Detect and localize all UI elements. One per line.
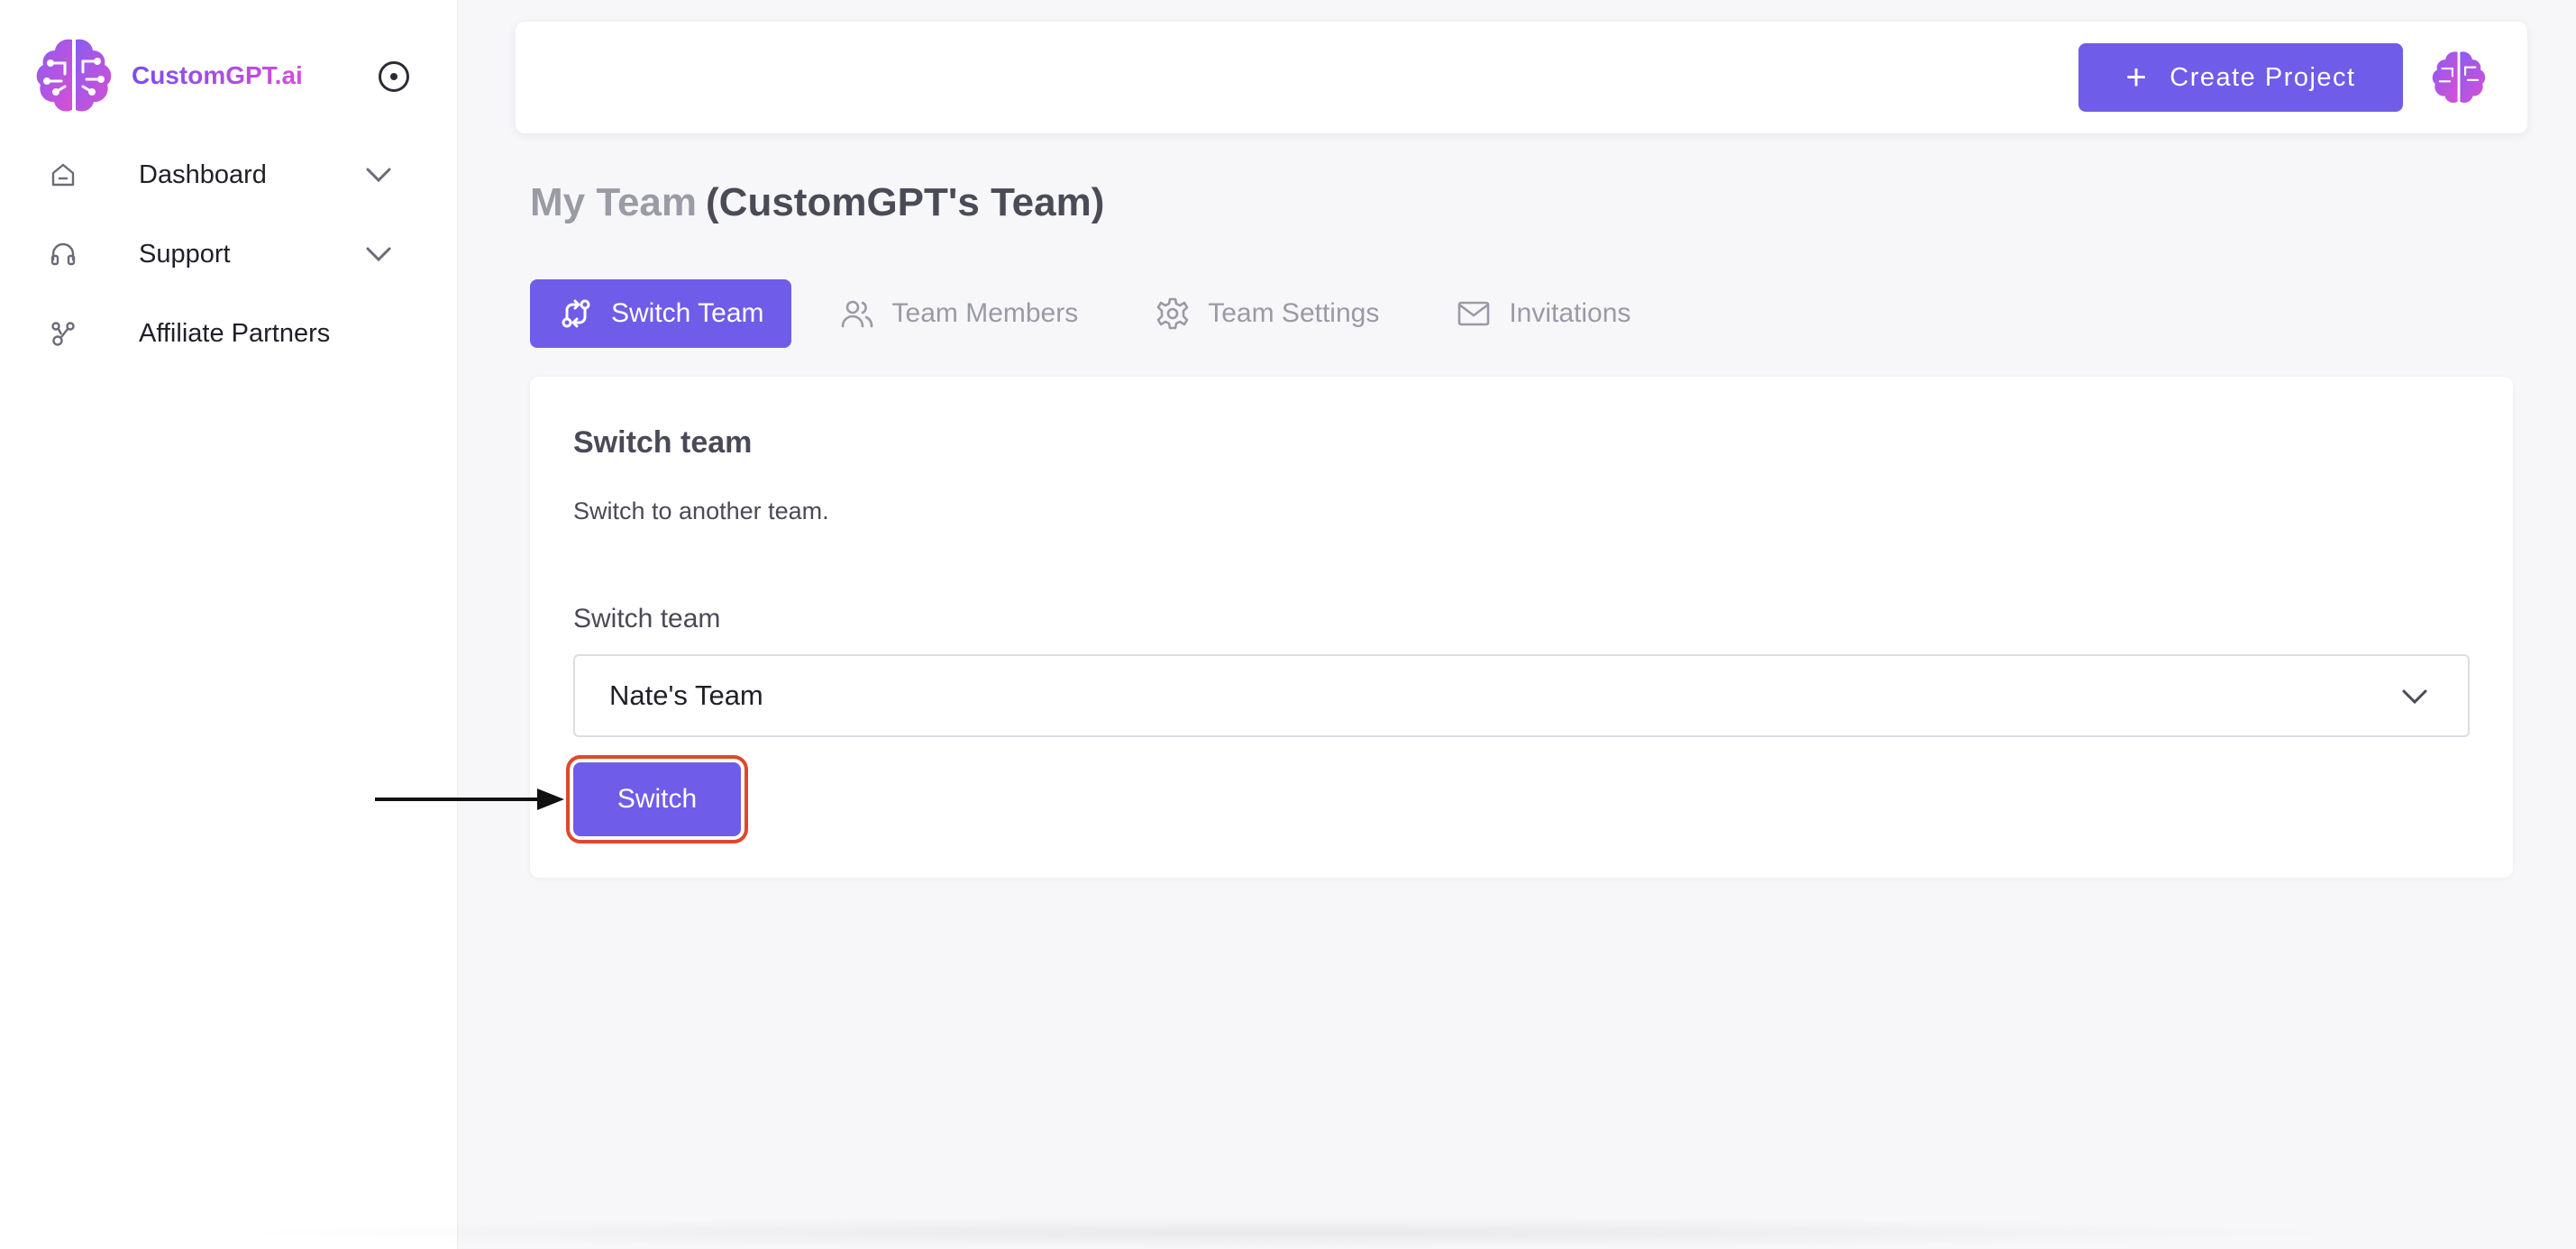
card-title: Switch team [573, 425, 753, 460]
tab-team-members[interactable]: Team Members [809, 279, 1108, 348]
tab-label: Team Settings [1208, 298, 1380, 328]
card-description: Switch to another team. [573, 497, 829, 524]
headphones-icon [47, 238, 79, 270]
page-title: My Team (CustomGPT's Team) [530, 180, 1104, 225]
sidebar-item-label: Support [139, 239, 231, 269]
gear-icon [1154, 295, 1192, 333]
tab-team-settings[interactable]: Team Settings [1125, 279, 1408, 348]
team-tabs: Switch Team Team Members Team Settings I… [530, 279, 1677, 348]
chevron-down-icon [366, 168, 391, 183]
team-select-value: Nate's Team [609, 679, 763, 711]
tab-label: Invitations [1509, 298, 1631, 328]
tab-switch-team[interactable]: Switch Team [530, 279, 791, 348]
sidebar-item-label: Affiliate Partners [139, 318, 331, 348]
mail-icon [1455, 295, 1493, 333]
page-title-team: (CustomGPT's Team) [706, 180, 1105, 224]
annotation-arrow-icon [375, 789, 564, 810]
chevron-down-icon [2402, 689, 2427, 705]
network-icon [47, 317, 79, 350]
switch-icon [557, 295, 595, 333]
brain-logo-icon [36, 39, 112, 112]
bottom-shadow [216, 1217, 2361, 1249]
sidebar-item-affiliate-partners[interactable]: Affiliate Partners [0, 294, 458, 373]
users-icon [838, 295, 876, 333]
page-title-prefix: My Team [530, 180, 698, 224]
sidebar-collapse-button[interactable] [379, 61, 409, 92]
team-select[interactable]: Nate's Team [573, 654, 2470, 737]
radio-dot-icon [390, 73, 397, 80]
switch-team-label: Switch team [573, 604, 721, 634]
sidebar-item-label: Dashboard [139, 160, 267, 189]
brand-name: CustomGPT.ai [132, 61, 303, 89]
switch-button[interactable]: Switch [573, 762, 741, 836]
switch-team-card: Switch team Switch to another team. Swit… [530, 377, 2513, 878]
brain-avatar-icon[interactable] [2428, 47, 2489, 108]
sidebar: CustomGPT.ai Dashboard Support Affiliate… [0, 0, 458, 1249]
home-icon [47, 159, 79, 191]
tab-label: Switch Team [611, 298, 764, 328]
top-header: + Create Project [516, 22, 2527, 133]
tab-invitations[interactable]: Invitations [1426, 279, 1659, 348]
brand[interactable]: CustomGPT.ai [31, 32, 303, 119]
plus-icon: + [2125, 58, 2149, 97]
create-project-button[interactable]: + Create Project [2078, 43, 2403, 112]
chevron-down-icon [366, 247, 391, 262]
app-root: CustomGPT.ai Dashboard Support Affiliate… [0, 0, 2576, 1249]
sidebar-item-dashboard[interactable]: Dashboard [0, 135, 458, 214]
sidebar-nav: Dashboard Support Affiliate Partners [0, 135, 458, 373]
tab-label: Team Members [891, 298, 1079, 328]
sidebar-item-support[interactable]: Support [0, 214, 458, 294]
create-project-label: Create Project [2170, 62, 2356, 92]
